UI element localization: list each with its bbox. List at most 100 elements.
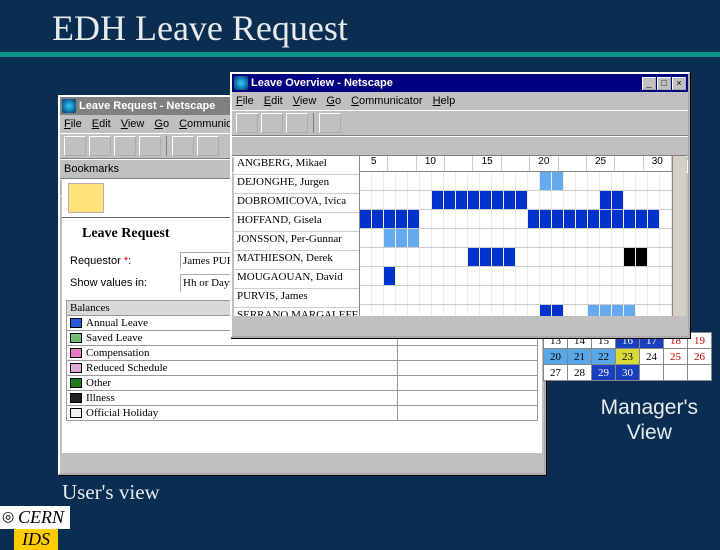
grid-cell [504, 305, 516, 316]
grid-cell [600, 229, 612, 247]
grid-cell [516, 286, 528, 304]
grid-cell [372, 267, 384, 285]
grid-cell [456, 191, 468, 209]
grid-cell [564, 248, 576, 266]
grid-cell [648, 172, 660, 190]
menu-item-help[interactable]: Help [433, 95, 456, 107]
calendar-day[interactable]: 22 [592, 349, 616, 365]
grid-cell [480, 248, 492, 266]
calendar-day[interactable]: 26 [688, 349, 712, 365]
grid-cell [528, 286, 540, 304]
grid-cell [396, 229, 408, 247]
grid-cell [492, 229, 504, 247]
employee-name: ANGBERG, Mikael [234, 156, 359, 175]
grid-cell [372, 305, 384, 316]
calendar-day[interactable]: 21 [568, 349, 592, 365]
grid-cell [552, 248, 564, 266]
day-header: 10 [417, 156, 445, 171]
calendar-day[interactable] [640, 365, 664, 381]
grid-cell [516, 305, 528, 316]
mgr-titlebar[interactable]: Leave Overview - Netscape _ □ × [232, 74, 688, 92]
grid-cell [372, 286, 384, 304]
grid-cell [468, 286, 480, 304]
grid-cell [624, 229, 636, 247]
print-button[interactable] [319, 113, 341, 133]
calendar-day[interactable]: 27 [544, 365, 568, 381]
menu-item-go[interactable]: Go [326, 95, 341, 107]
calendar-day[interactable]: 20 [544, 349, 568, 365]
calendar-day[interactable]: 28 [568, 365, 592, 381]
grid-cell [636, 267, 648, 285]
back-button[interactable] [236, 113, 258, 133]
menu-item-view[interactable]: View [121, 118, 145, 130]
vertical-scrollbar[interactable] [672, 156, 686, 316]
day-header [559, 156, 587, 171]
grid-cell [600, 191, 612, 209]
menu-item-edit[interactable]: Edit [92, 118, 111, 130]
menu-item-edit[interactable]: Edit [264, 95, 283, 107]
balance-row: Reduced Schedule [67, 361, 538, 376]
menu-item-file[interactable]: File [64, 118, 82, 130]
grid-cell [528, 172, 540, 190]
close-button[interactable]: × [672, 77, 686, 90]
menu-item-view[interactable]: View [293, 95, 317, 107]
grid-cell [540, 248, 552, 266]
grid-cell [384, 229, 396, 247]
grid-cell [432, 248, 444, 266]
grid-row [360, 248, 672, 267]
calendar-day[interactable]: 19 [688, 333, 712, 349]
grid-cell [384, 172, 396, 190]
toolbar-separator [166, 136, 167, 156]
maximize-button[interactable]: □ [657, 77, 671, 90]
calendar-day[interactable]: 24 [640, 349, 664, 365]
grid-cell [576, 305, 588, 316]
grid-cell [540, 286, 552, 304]
menu-item-communicator[interactable]: Communicator [351, 95, 423, 107]
forward-button[interactable] [261, 113, 283, 133]
search-button[interactable] [172, 136, 194, 156]
employee-name: DOBROMICOVA, Ivica [234, 194, 359, 213]
reload-button[interactable] [286, 113, 308, 133]
grid-cell [408, 229, 420, 247]
calendar-day[interactable] [688, 365, 712, 381]
grid-cell [408, 172, 420, 190]
back-button[interactable] [64, 136, 86, 156]
print-button[interactable] [197, 136, 219, 156]
calendar-day[interactable]: 30 [616, 365, 640, 381]
menu-item-go[interactable]: Go [154, 118, 169, 130]
grid-cell [516, 267, 528, 285]
grid-cell [384, 210, 396, 228]
grid-cell [444, 286, 456, 304]
mgr-toolbar[interactable] [232, 110, 688, 136]
grid-cell [396, 248, 408, 266]
reload-button[interactable] [114, 136, 136, 156]
mini-calendar: 131415161718192021222324252627282930 [543, 332, 712, 381]
grid-cell [552, 286, 564, 304]
calendar-day[interactable]: 29 [592, 365, 616, 381]
home-button[interactable] [139, 136, 161, 156]
grid-cell [504, 286, 516, 304]
grid-cell [648, 248, 660, 266]
grid-cell [564, 191, 576, 209]
mgr-menubar[interactable]: File Edit View Go Communicator Help [232, 92, 688, 110]
grid-cell [624, 305, 636, 316]
grid-cell [468, 172, 480, 190]
title-rule [0, 52, 720, 57]
grid-cell [576, 191, 588, 209]
grid-cell [540, 172, 552, 190]
grid-cell [624, 191, 636, 209]
grid-cell [432, 172, 444, 190]
mgr-addressbar[interactable] [232, 136, 688, 156]
grid-cell [636, 229, 648, 247]
grid-cell [588, 172, 600, 190]
calendar-day[interactable] [664, 365, 688, 381]
day-header [445, 156, 473, 171]
menu-item-file[interactable]: File [236, 95, 254, 107]
grid-cell [420, 248, 432, 266]
minimize-button[interactable]: _ [642, 77, 656, 90]
calendar-day[interactable]: 23 [616, 349, 640, 365]
employee-name: DEJONGHE, Jurgen [234, 175, 359, 194]
calendar-day[interactable]: 25 [664, 349, 688, 365]
bookmarks-label[interactable]: Bookmarks [64, 163, 119, 175]
forward-button[interactable] [89, 136, 111, 156]
